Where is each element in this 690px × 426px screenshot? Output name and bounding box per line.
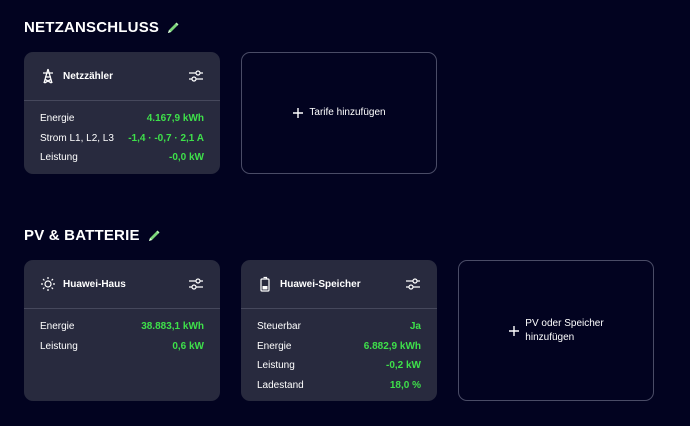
list-item: Leistung -0,2 kW [257, 356, 421, 376]
list-item: Steuerbar Ja [257, 317, 421, 337]
plus-icon [508, 325, 520, 337]
settings-sliders-icon[interactable] [188, 68, 204, 84]
list-item: Leistung 0,6 kW [40, 337, 204, 357]
edit-pencil-icon[interactable] [146, 228, 162, 244]
list-item: Energie 38.883,1 kWh [40, 317, 204, 337]
row-label: Energie [40, 113, 75, 125]
row-label: Steuerbar [257, 321, 301, 333]
row-label: Energie [40, 321, 75, 333]
row-value: 0,6 kW [172, 340, 204, 352]
pv-house-title: Huawei-Haus [63, 278, 126, 290]
add-tariff-label: Tarife hinzufügen [309, 107, 386, 118]
list-item: Energie 4.167,9 kWh [40, 109, 204, 129]
row-value: 6.882,9 kWh [363, 340, 421, 352]
row-value: 4.167,9 kWh [146, 113, 204, 125]
sun-icon [40, 276, 56, 292]
row-value: 18,0 % [389, 379, 421, 391]
battery-rows: Steuerbar Ja Energie 6.882,9 kWh Leistun… [241, 309, 437, 395]
grid-meter-header: Netzzähler [24, 52, 220, 101]
row-label: Leistung [257, 360, 295, 372]
add-pv-storage-line2: hinzufügen [525, 331, 575, 343]
section-title-pv: PV & BATTERIE [24, 227, 162, 244]
battery-header: Huawei-Speicher [241, 260, 437, 309]
settings-sliders-icon[interactable] [188, 276, 204, 292]
grid-meter-rows: Energie 4.167,9 kWh Strom L1, L2, L3 -1,… [24, 101, 220, 168]
plus-icon [292, 107, 304, 119]
row-value: Ja [409, 321, 421, 333]
list-item: Energie 6.882,9 kWh [257, 337, 421, 357]
row-label: Energie [257, 340, 292, 352]
pv-house-card: Huawei-Haus Energie 38.883,1 kWh Leistun… [24, 260, 220, 401]
row-label: Ladestand [257, 379, 304, 391]
row-value: -1,4 · -0,7 · 2,1 A [128, 132, 204, 144]
list-item: Ladestand 18,0 % [257, 376, 421, 396]
power-pylon-icon [40, 68, 56, 84]
add-pv-storage-button[interactable]: PV oder Speicher hinzufügen [458, 260, 654, 401]
add-pv-storage-line1: PV oder Speicher [525, 317, 604, 329]
section-title-pv-text: PV & BATTERIE [24, 227, 140, 244]
settings-sliders-icon[interactable] [405, 276, 421, 292]
grid-meter-title: Netzzähler [63, 70, 114, 82]
add-pv-storage-label: PV oder Speicher hinzufügen [525, 317, 603, 345]
row-label: Leistung [40, 340, 78, 352]
battery-card: Huawei-Speicher Steuerbar Ja Energie 6.8… [241, 260, 437, 401]
section-title-grid-text: NETZANSCHLUSS [24, 19, 160, 36]
add-tariff-button[interactable]: Tarife hinzufügen [241, 52, 437, 174]
list-item: Strom L1, L2, L3 -1,4 · -0,7 · 2,1 A [40, 129, 204, 149]
edit-pencil-icon[interactable] [165, 20, 181, 36]
row-value: -0,0 kW [168, 152, 204, 164]
row-label: Leistung [40, 152, 78, 164]
row-value: -0,2 kW [385, 360, 421, 372]
pv-house-rows: Energie 38.883,1 kWh Leistung 0,6 kW [24, 309, 220, 356]
battery-icon [257, 276, 273, 292]
row-label: Strom L1, L2, L3 [40, 132, 114, 144]
row-value: 38.883,1 kWh [141, 321, 204, 333]
section-title-grid: NETZANSCHLUSS [24, 19, 181, 36]
grid-meter-card: Netzzähler Energie 4.167,9 kWh Strom L1,… [24, 52, 220, 174]
list-item: Leistung -0,0 kW [40, 148, 204, 168]
pv-house-header: Huawei-Haus [24, 260, 220, 309]
battery-title: Huawei-Speicher [280, 278, 361, 290]
